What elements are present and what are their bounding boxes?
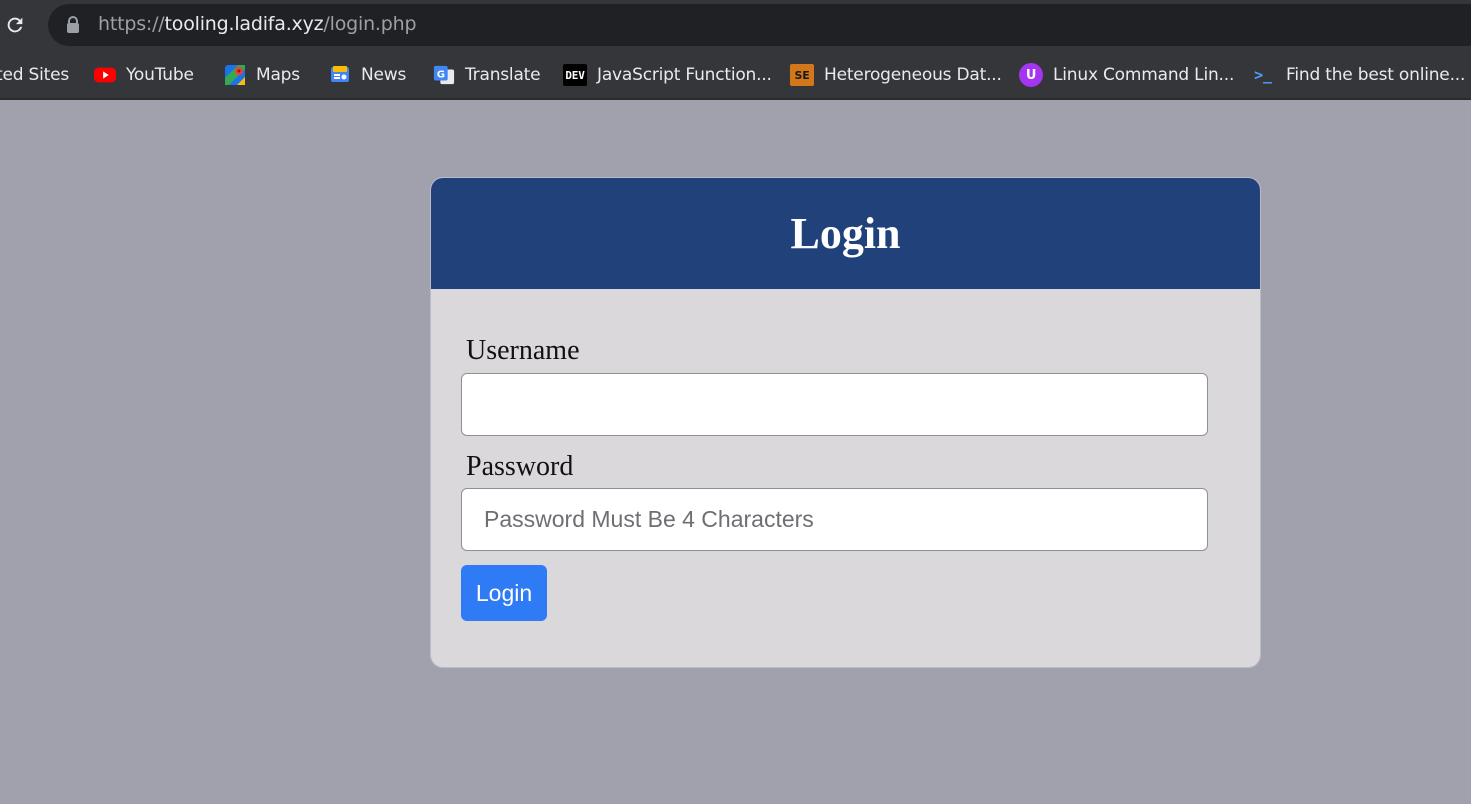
browser-toolbar: https://tooling.ladifa.xyz/login.php <box>0 0 1471 52</box>
bookmark-most-visited[interactable]: ted Sites <box>0 52 69 98</box>
bookmark-linux-command-line[interactable]: U Linux Command Lin... <box>1019 52 1234 98</box>
bookmark-label: Maps <box>256 65 300 85</box>
bookmark-youtube[interactable]: YouTube <box>94 52 194 98</box>
dev-icon: DEV <box>563 64 587 86</box>
bookmarks-bar: ted Sites YouTube Maps News G Translate … <box>0 52 1471 100</box>
username-input[interactable] <box>461 373 1208 436</box>
login-card: Login Username Password Login <box>430 177 1261 668</box>
login-header: Login <box>431 178 1260 289</box>
reload-icon[interactable] <box>2 12 28 38</box>
password-label: Password <box>466 451 574 482</box>
bookmark-label: News <box>361 65 407 85</box>
bookmark-heterogeneous-data[interactable]: SE Heterogeneous Dat... <box>790 52 1002 98</box>
bookmark-label: Linux Command Lin... <box>1053 65 1235 85</box>
bookmark-label: ted Sites <box>0 65 70 85</box>
bookmark-news[interactable]: News <box>329 52 406 98</box>
url-text[interactable]: https://tooling.ladifa.xyz/login.php <box>98 13 417 35</box>
maps-icon <box>224 64 246 86</box>
lock-icon[interactable] <box>66 16 80 34</box>
news-icon <box>329 64 351 86</box>
password-input[interactable] <box>461 488 1208 551</box>
bookmark-label: Find the best online... <box>1286 65 1466 85</box>
youtube-icon <box>94 64 116 86</box>
bookmark-label: Translate <box>465 65 541 85</box>
bookmark-label: JavaScript Function... <box>597 65 772 85</box>
terminal-icon: >_ <box>1254 66 1272 84</box>
bookmark-find-best-online[interactable]: >_ Find the best online... <box>1250 52 1465 98</box>
page-title: Login <box>790 209 901 258</box>
se-icon: SE <box>790 64 814 86</box>
username-label: Username <box>466 335 580 366</box>
svg-text:G: G <box>437 70 445 81</box>
bookmark-translate[interactable]: G Translate <box>433 52 541 98</box>
bookmark-label: Heterogeneous Dat... <box>824 65 1002 85</box>
bookmark-javascript-function[interactable]: DEV JavaScript Function... <box>563 52 772 98</box>
bookmark-maps[interactable]: Maps <box>224 52 300 98</box>
udemy-icon: U <box>1019 63 1043 87</box>
bookmark-label: YouTube <box>126 65 194 85</box>
translate-icon: G <box>433 64 455 86</box>
login-button[interactable]: Login <box>461 565 547 621</box>
